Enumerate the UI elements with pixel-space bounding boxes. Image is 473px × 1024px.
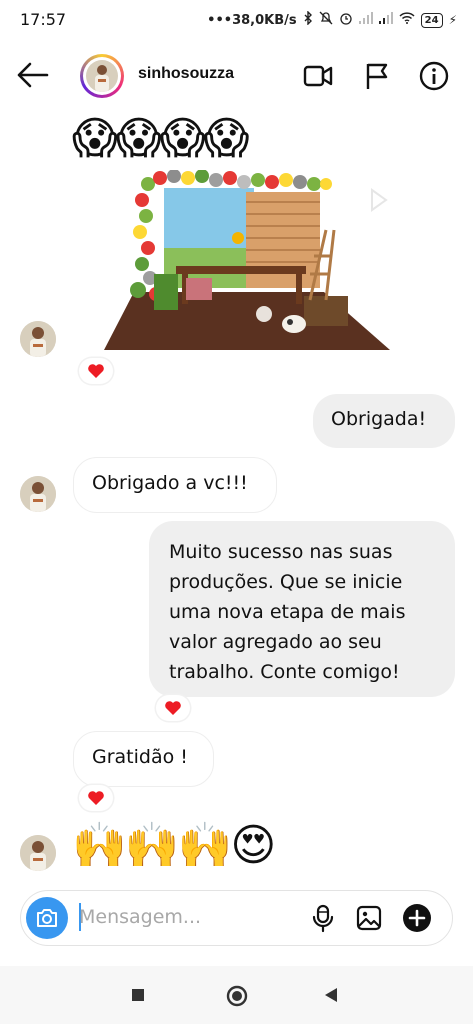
recents-button[interactable] [130, 987, 146, 1003]
flag-icon [366, 63, 388, 89]
gallery-button[interactable] [355, 904, 383, 932]
circle-icon [226, 985, 248, 1007]
back-button[interactable] [16, 60, 50, 90]
signal-2-icon [378, 12, 393, 28]
chat-username[interactable]: sinhosouzza [138, 65, 234, 83]
incoming-message[interactable]: Gratidão ! [73, 731, 214, 787]
message-input[interactable]: Mensagem... [79, 906, 201, 928]
chat-header: sinhosouzza [0, 48, 473, 104]
message-text: Obrigada! [331, 408, 427, 430]
heart-icon [88, 791, 104, 805]
sender-avatar[interactable] [20, 835, 56, 871]
avatar-photo [20, 476, 56, 512]
heart-reaction[interactable] [79, 785, 113, 811]
system-navigation-bar [0, 966, 473, 1024]
mute-icon [319, 11, 333, 29]
wifi-icon [399, 12, 415, 28]
sender-avatar[interactable] [20, 476, 56, 512]
signal-1-icon [358, 12, 373, 28]
info-button[interactable] [418, 60, 450, 92]
info-icon [419, 61, 449, 91]
heart-reaction[interactable] [79, 358, 113, 384]
heart-icon [88, 364, 104, 378]
bluetooth-icon [303, 10, 313, 29]
incoming-message[interactable]: Obrigado a vc!!! [73, 457, 277, 513]
camera-button[interactable] [26, 897, 68, 939]
heart-icon [165, 701, 181, 715]
heart-reaction[interactable] [156, 695, 190, 721]
charging-icon: ⚡ [448, 13, 457, 27]
outgoing-message[interactable]: Obrigada! [313, 394, 455, 448]
voice-message-button[interactable] [309, 903, 337, 933]
home-button[interactable] [225, 984, 249, 1008]
status-time: 17:57 [20, 10, 67, 29]
status-icons: •••38,0KB/s 24 ⚡ [207, 10, 457, 29]
camera-icon [37, 909, 57, 927]
party-decor-photo [104, 169, 390, 350]
message-composer: Mensagem... [20, 890, 453, 946]
back-nav-button[interactable] [322, 986, 340, 1004]
message-text: Obrigado a vc!!! [92, 472, 248, 494]
avatar-photo [20, 321, 56, 357]
shared-image-message[interactable] [104, 169, 394, 356]
plus-circle-icon [403, 904, 431, 932]
network-speed: •••38,0KB/s [207, 12, 297, 28]
message-text: Muito sucesso nas suas produções. Que se… [169, 541, 406, 683]
profile-avatar[interactable] [80, 54, 124, 98]
square-icon [132, 989, 144, 1001]
image-icon [356, 905, 382, 931]
video-camera-icon [303, 65, 333, 87]
video-call-button[interactable] [302, 60, 334, 92]
emoji-message-top[interactable]: 😱😱😱😱 [72, 113, 249, 165]
outgoing-message[interactable]: Muito sucesso nas suas produções. Que se… [149, 521, 455, 697]
sender-avatar[interactable] [20, 321, 56, 357]
back-arrow-icon [17, 62, 49, 88]
emoji-message-bottom[interactable]: 🙌🙌🙌😍 [72, 820, 276, 872]
message-text: Gratidão ! [92, 746, 188, 768]
triangle-back-icon [325, 988, 337, 1002]
battery-indicator: 24 [420, 12, 443, 28]
status-bar: 17:57 •••38,0KB/s 24 ⚡ [0, 0, 473, 40]
report-button[interactable] [361, 60, 393, 92]
alarm-icon [339, 11, 353, 29]
avatar-photo [20, 835, 56, 871]
microphone-icon [312, 904, 334, 933]
more-options-button[interactable] [402, 903, 432, 933]
avatar-photo [86, 60, 118, 92]
